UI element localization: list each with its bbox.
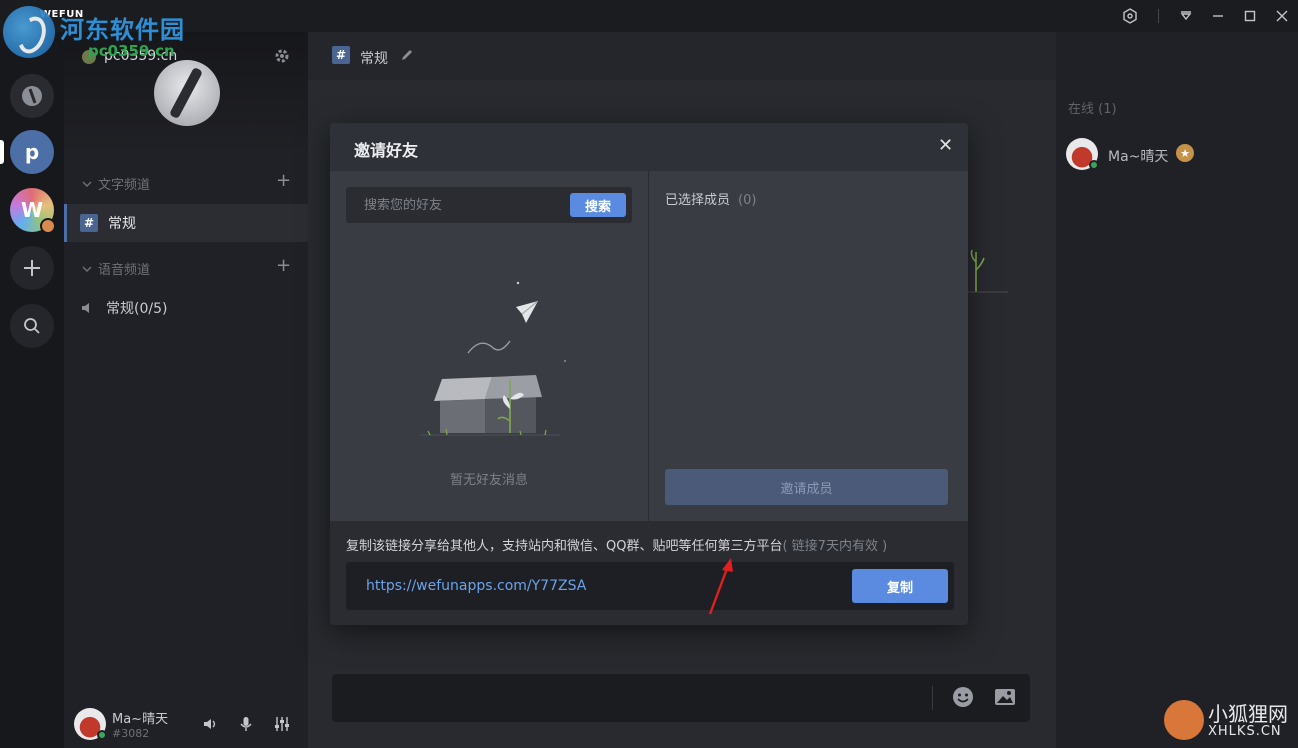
channel-title: 常规 (360, 51, 388, 67)
voice-channel-category[interactable]: 语音频道 (82, 259, 150, 278)
settings-hex-icon[interactable] (1120, 6, 1140, 26)
copy-button[interactable]: 复制 (852, 569, 948, 603)
home-server-button[interactable] (10, 74, 54, 118)
user-name: Ma~晴天 (112, 712, 169, 727)
watermark-site: 河东软件园 (60, 16, 185, 44)
speaker-icon (82, 303, 89, 313)
voice-channel-item-general[interactable]: 常规(0/5) (64, 289, 308, 327)
voice-category-label: 语音频道 (98, 263, 151, 278)
dropdown-icon[interactable] (1176, 6, 1196, 26)
channel-panel: pc0359.cn 文字频道 + # 常规 语音频道 + 常规(0/5) Ma~… (64, 32, 308, 748)
red-arrow-annotation (708, 558, 733, 615)
empty-friends-text: 暂无好友消息 (449, 473, 528, 488)
plus-icon (24, 260, 40, 276)
image-upload-icon[interactable] (994, 686, 1016, 712)
search-box: 搜索 (346, 187, 632, 223)
watermark-bottom: 小狐狸网 XHLKS.CN (1160, 696, 1298, 748)
selected-label-text: 已选择成员 (665, 193, 731, 208)
dialog-header: 邀请好友 ✕ (330, 123, 968, 171)
server-p-label: p (24, 140, 40, 164)
list-item[interactable]: Ma~晴天 ★ (1066, 136, 1288, 172)
add-voice-channel-icon[interactable]: + (276, 255, 291, 276)
text-category-label: 文字频道 (98, 178, 151, 193)
edit-pencil-icon[interactable] (400, 48, 414, 66)
mixer-settings-icon[interactable] (274, 716, 290, 736)
user-tag: #3082 (112, 727, 150, 740)
server-p-button[interactable]: p (10, 130, 54, 174)
channel-header: # 常规 (308, 32, 1056, 80)
server-logo (154, 60, 220, 126)
share-description: 复制该链接分享给其他人，支持站内和微信、QQ群、贴吧等任何第三方平台( 链接7天… (346, 535, 887, 554)
message-input[interactable] (332, 674, 1030, 722)
watermark-logo (3, 6, 55, 58)
chevron-down-icon (82, 266, 92, 272)
chevron-down-icon (82, 181, 92, 187)
speaker-volume-icon[interactable] (202, 716, 218, 736)
hash-icon: # (80, 214, 98, 232)
selected-members-label: 已选择成员 (0) (665, 189, 756, 208)
share-text: 复制该链接分享给其他人，支持站内和微信、QQ群、贴吧等任何第三方平台 (346, 539, 783, 554)
active-server-indicator (0, 140, 4, 164)
owner-badge-icon (40, 218, 56, 234)
online-header: 在线 (1) (1068, 102, 1117, 117)
gear-icon[interactable] (274, 48, 290, 68)
watermark-bottom-name: 小狐狸网 (1208, 702, 1288, 726)
channel-item-general[interactable]: # 常规 (64, 204, 308, 242)
server-w-button[interactable]: W (10, 188, 56, 234)
close-icon[interactable]: ✕ (938, 137, 953, 155)
search-button[interactable]: 搜索 (570, 193, 626, 217)
watermark-url: pc0359.cn (88, 42, 175, 60)
voice-channel-label: 常规(0/5) (106, 301, 168, 317)
channel-item-label: 常规 (108, 216, 136, 232)
search-server-button[interactable] (10, 304, 54, 348)
member-list: 在线 (1) Ma~晴天 ★ (1056, 32, 1298, 748)
invite-friends-dialog: 邀请好友 ✕ 搜索 暂无好友消息 已选择成员 (0) 邀请成员 (330, 123, 968, 625)
star-badge-icon: ★ (1176, 144, 1194, 162)
invite-link-box: https://wefunapps.com/Y77ZSA 复制 (346, 562, 954, 610)
link-validity-hint: ( 链接7天内有效 ) (782, 539, 888, 554)
input-separator (932, 686, 933, 710)
hash-icon: # (332, 46, 350, 64)
title-bar: WEFUN (0, 0, 1298, 32)
fox-logo-icon (1164, 700, 1204, 740)
empty-box-illustration (420, 281, 566, 436)
close-window-icon[interactable] (1272, 6, 1292, 26)
microphone-icon[interactable] (238, 716, 254, 736)
selected-count: (0) (738, 193, 757, 208)
watermark-bottom-url: XHLKS.CN (1208, 724, 1282, 739)
search-icon (24, 318, 40, 334)
add-text-channel-icon[interactable]: + (276, 170, 291, 191)
server-w-label: W (20, 198, 44, 222)
user-bar: Ma~晴天 #3082 (64, 700, 308, 748)
text-channel-category[interactable]: 文字频道 (82, 174, 150, 193)
friend-search-pane: 搜索 暂无好友消息 (330, 171, 648, 521)
selected-members-pane: 已选择成员 (0) 邀请成员 (649, 171, 968, 521)
server-rail: p W (0, 32, 64, 748)
online-status-icon (1089, 160, 1099, 170)
friend-search-input[interactable] (346, 187, 566, 223)
add-server-button[interactable] (10, 246, 54, 290)
emoji-icon[interactable] (952, 686, 974, 712)
online-status-icon (97, 730, 107, 740)
invite-link[interactable]: https://wefunapps.com/Y77ZSA (366, 578, 586, 594)
invite-members-button[interactable]: 邀请成员 (665, 469, 948, 505)
minimize-icon[interactable] (1208, 6, 1228, 26)
dialog-title: 邀请好友 (354, 141, 419, 160)
wefun-logo-icon (22, 86, 42, 106)
maximize-icon[interactable] (1240, 6, 1260, 26)
titlebar-separator (1158, 9, 1159, 23)
member-name: Ma~晴天 (1108, 149, 1169, 165)
plant-decoration-icon (968, 249, 1008, 293)
